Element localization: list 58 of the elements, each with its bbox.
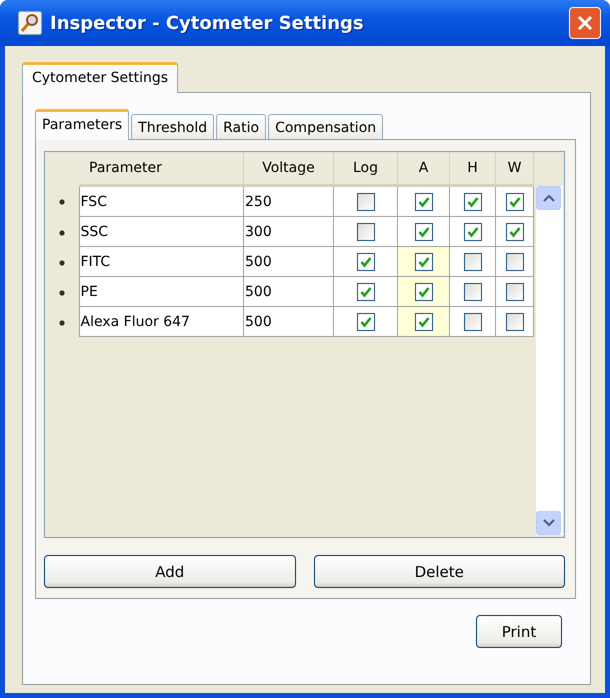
tab[interactable]: Parameters [35, 109, 130, 140]
checkbox[interactable] [464, 282, 482, 300]
action-button[interactable]: Delete [314, 555, 565, 588]
table-cell: FITC [79, 246, 244, 276]
checkbox[interactable] [356, 282, 374, 300]
table-cell: SSC [79, 216, 244, 246]
row-bullet-icon [58, 260, 65, 266]
checkbox[interactable] [414, 252, 432, 270]
checkbox[interactable] [464, 312, 482, 330]
tab[interactable]: Cytometer Settings [22, 62, 178, 93]
table-cell: 500 [244, 306, 334, 336]
checkbox[interactable] [506, 222, 524, 240]
chevron-up-icon [542, 194, 554, 202]
checkbox[interactable] [356, 222, 374, 240]
checkbox[interactable] [414, 222, 432, 240]
print-button[interactable]: Print [476, 615, 562, 648]
row-bullet-icon [58, 290, 65, 296]
close-icon [577, 15, 593, 31]
checkbox[interactable] [356, 252, 374, 270]
table-cell: 500 [244, 246, 334, 276]
checkbox[interactable] [506, 312, 524, 330]
checkbox[interactable] [506, 252, 524, 270]
scroll-up-button[interactable] [536, 186, 561, 210]
column-header[interactable]: Log [334, 152, 398, 186]
table-cell: 300 [244, 216, 334, 246]
table-cell: 500 [244, 276, 334, 306]
scroll-down-button[interactable] [536, 511, 561, 535]
column-header[interactable]: Parameter [79, 152, 244, 186]
tab[interactable]: Ratio [216, 114, 266, 140]
action-button[interactable]: Add [44, 555, 296, 588]
column-header[interactable]: A [398, 152, 450, 186]
checkbox[interactable] [414, 192, 432, 210]
column-header[interactable]: Voltage [244, 152, 334, 186]
checkbox[interactable] [414, 312, 432, 330]
checkbox[interactable] [464, 252, 482, 270]
column-header[interactable]: H [450, 152, 496, 186]
window-title: Inspector - Cytometer Settings [50, 12, 365, 34]
checkbox[interactable] [356, 192, 374, 210]
close-button[interactable] [569, 7, 601, 39]
column-header[interactable]: W [496, 152, 534, 186]
tab[interactable]: Compensation [268, 114, 384, 140]
checkbox[interactable] [464, 192, 482, 210]
tab[interactable]: Threshold [131, 114, 214, 140]
checkbox[interactable] [506, 192, 524, 210]
chevron-down-icon [542, 519, 554, 527]
checkbox[interactable] [414, 282, 432, 300]
row-bullet-icon [58, 230, 65, 236]
table-cell: Alexa Fluor 647 [79, 306, 244, 336]
table-cell: 250 [244, 186, 334, 216]
checkbox[interactable] [506, 282, 524, 300]
table-cell: PE [79, 276, 244, 306]
magnifier-icon [18, 11, 42, 35]
table-cell: FSC [79, 186, 244, 216]
scrollbar[interactable] [536, 186, 563, 535]
checkbox[interactable] [464, 222, 482, 240]
checkbox[interactable] [356, 312, 374, 330]
row-bullet-icon [58, 320, 65, 326]
row-bullet-icon [58, 199, 65, 205]
